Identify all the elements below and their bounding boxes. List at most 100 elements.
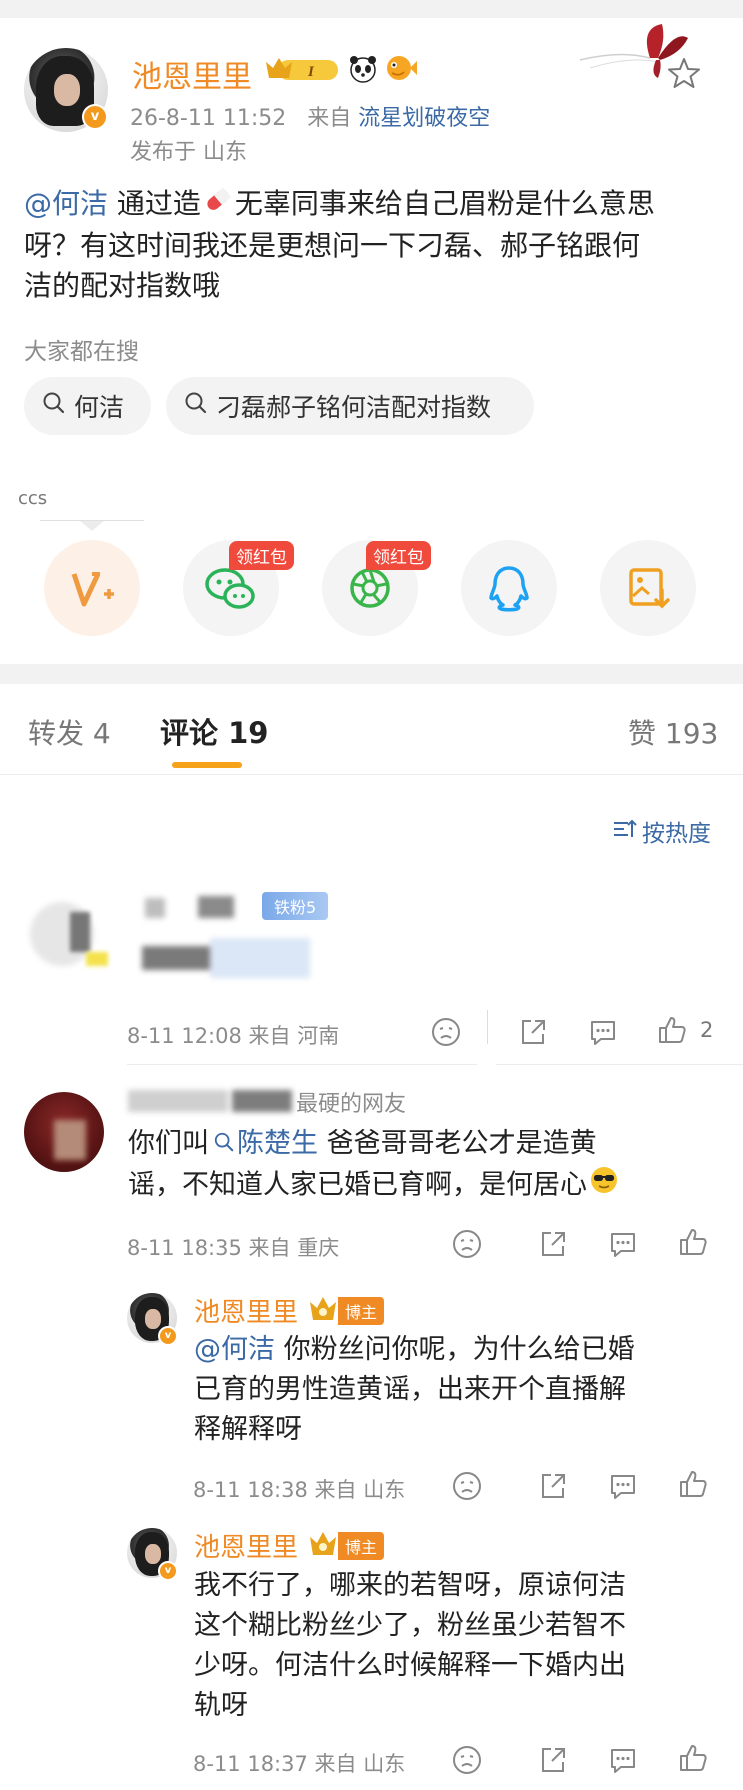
reply-text-line3: 释解释呀: [194, 1414, 302, 1445]
qq-penguin-icon: [489, 566, 529, 612]
share-icon[interactable]: [517, 1016, 549, 1052]
share-qq-button[interactable]: [461, 540, 557, 636]
blogger-badge-label: 博主: [338, 1297, 385, 1325]
svg-text:I: I: [307, 64, 315, 80]
dislike-icon[interactable]: [430, 1016, 462, 1052]
post-text-a: 通过造: [108, 187, 201, 220]
share-weibo-button[interactable]: [44, 540, 140, 636]
sort-button[interactable]: 按热度: [612, 814, 711, 848]
post-body: @何洁 通过造 无辜同事来给自己眉粉是什么意思 呀？有这时间我还是更想问一下刁磊…: [24, 184, 655, 306]
reply-icon[interactable]: [607, 1744, 639, 1780]
author-name[interactable]: 池恩里里: [132, 52, 252, 96]
blur-name-patch: [128, 1090, 228, 1112]
search-icon: [42, 391, 66, 421]
comment-body: 你们叫 陈楚生 爸爸哥哥老公才是造黄 谣，不知道人家已婚已育啊，是何居心: [128, 1124, 619, 1207]
blogger-badge: 博主: [308, 1294, 385, 1328]
blur-patch: [145, 898, 165, 918]
post-text-line2: 呀？有这时间我还是更想问一下刁磊、郝子铭跟何: [24, 228, 641, 262]
post-source-prefix: 来自: [307, 106, 352, 131]
verified-badge-icon: v: [158, 1326, 178, 1346]
dislike-icon[interactable]: [451, 1744, 483, 1780]
blur-text-patch: [210, 938, 310, 978]
weibo-v-plus-icon: [71, 572, 114, 607]
blur-patch: [86, 952, 108, 966]
reply-icon[interactable]: [607, 1470, 639, 1506]
comment-text-b: 爸爸哥哥老公才是造黄: [318, 1128, 597, 1159]
search-section-label: 大家都在搜: [24, 339, 139, 365]
blur-name-patch: [232, 1090, 292, 1112]
reply-meta: 8-11 18:37 来自 山东: [193, 1752, 406, 1776]
section-divider: [0, 664, 743, 684]
post-location: 发布于 山东: [130, 140, 247, 165]
comment-search-term: 陈楚生: [237, 1128, 318, 1159]
share-icon[interactable]: [537, 1744, 569, 1780]
blur-patch: [198, 896, 234, 918]
pill-icon: [203, 185, 233, 226]
sunglasses-emoji-icon: [589, 1165, 619, 1207]
reply-text-a: 你粉丝问你呢，为什么给已婚: [275, 1334, 635, 1365]
tab-likes[interactable]: 赞 193: [628, 712, 718, 752]
fan-level-badge: 铁粉5: [262, 892, 329, 920]
tab-repost[interactable]: 转发 4: [28, 712, 111, 752]
verified-badge-icon: v: [158, 1561, 178, 1581]
blur-patch: [70, 912, 90, 952]
redpacket-tag: 领红包: [229, 541, 294, 570]
like-icon[interactable]: [677, 1742, 709, 1778]
crown-icon: [308, 1529, 342, 1563]
reply-text-line3: 少呀。何洁什么时候解释一下婚内出: [194, 1650, 626, 1681]
comment-divider: [496, 1064, 743, 1065]
sort-label: 按热度: [642, 821, 711, 847]
share-save-image-button[interactable]: [600, 540, 696, 636]
reply-body: 我不行了，哪来的若智呀，原谅何洁 这个糊比粉丝少了，粉丝虽少若智不 少呀。何洁什…: [194, 1566, 626, 1726]
like-icon[interactable]: [677, 1226, 709, 1262]
panda-icon: [348, 54, 378, 84]
reply-text-line1: 我不行了，哪来的若智呀，原谅何洁: [194, 1570, 626, 1601]
search-chip-label: 何洁: [74, 393, 125, 422]
post-mention[interactable]: @何洁: [24, 187, 108, 220]
dislike-icon[interactable]: [451, 1228, 483, 1264]
reply-author-name[interactable]: 池恩里里: [194, 1292, 298, 1329]
post-time: 26-8-11 11:52: [130, 106, 287, 131]
search-chip-label: 刁磊郝子铭何洁配对指数: [216, 393, 492, 422]
post-text-line3: 洁的配对指数哦: [24, 268, 221, 302]
reply-text-line4: 轨呀: [194, 1690, 248, 1721]
comment-divider: [127, 1064, 477, 1065]
comment-avatar[interactable]: [24, 1092, 104, 1172]
post-text-b: 无辜同事来给自己眉粉是什么意思: [234, 187, 655, 220]
blogger-badge-label: 博主: [338, 1532, 385, 1560]
share-icon[interactable]: [537, 1470, 569, 1506]
fish-icon: [384, 52, 418, 84]
post-source[interactable]: 流星划破夜空: [358, 106, 490, 131]
comment-meta: 8-11 18:35 来自 重庆: [127, 1236, 340, 1260]
like-icon[interactable]: [677, 1468, 709, 1504]
share-icon[interactable]: [537, 1228, 569, 1264]
favorite-star-icon[interactable]: [667, 56, 701, 90]
reply-meta: 8-11 18:38 来自 山东: [193, 1478, 406, 1502]
reply-mention[interactable]: @何洁: [194, 1334, 275, 1365]
reply-text-line2: 已育的男性造黄谣，出来开个直播解: [194, 1374, 626, 1405]
reply-body: @何洁 你粉丝问你呢，为什么给已婚 已育的男性造黄谣，出来开个直播解 释解释呀: [194, 1330, 635, 1450]
reply-icon[interactable]: [587, 1016, 619, 1052]
like-icon[interactable]: [656, 1014, 688, 1050]
blogger-badge: 博主: [308, 1529, 385, 1563]
crown-icon: [308, 1294, 342, 1328]
search-icon: [184, 391, 208, 421]
like-count: 2: [700, 1018, 714, 1042]
verified-badge-icon: v: [82, 104, 108, 130]
reply-icon[interactable]: [607, 1228, 639, 1264]
comment-search-link[interactable]: 陈楚生: [209, 1128, 318, 1159]
comment-text-a: 你们叫: [128, 1128, 209, 1159]
search-chip-2[interactable]: 刁磊郝子铭何洁配对指数: [166, 377, 534, 435]
comment-meta: 8-11 12:08 来自 河南: [127, 1024, 340, 1048]
action-divider: [487, 1010, 488, 1044]
reply-author-name[interactable]: 池恩里里: [194, 1527, 298, 1564]
reply-text-line2: 这个糊比粉丝少了，粉丝虽少若智不: [194, 1610, 626, 1641]
share-pointer: [80, 521, 104, 531]
search-chip-1[interactable]: 何洁: [24, 377, 151, 435]
tab-comments[interactable]: 评论 19: [160, 710, 268, 752]
top-divider: [0, 0, 743, 18]
dislike-icon[interactable]: [451, 1470, 483, 1506]
comment-author-partial[interactable]: 最硬的网友: [296, 1086, 406, 1118]
member-level-badge[interactable]: I: [264, 54, 342, 84]
comment-text-line2: 谣，不知道人家已婚已育啊，是何居心: [128, 1169, 587, 1200]
